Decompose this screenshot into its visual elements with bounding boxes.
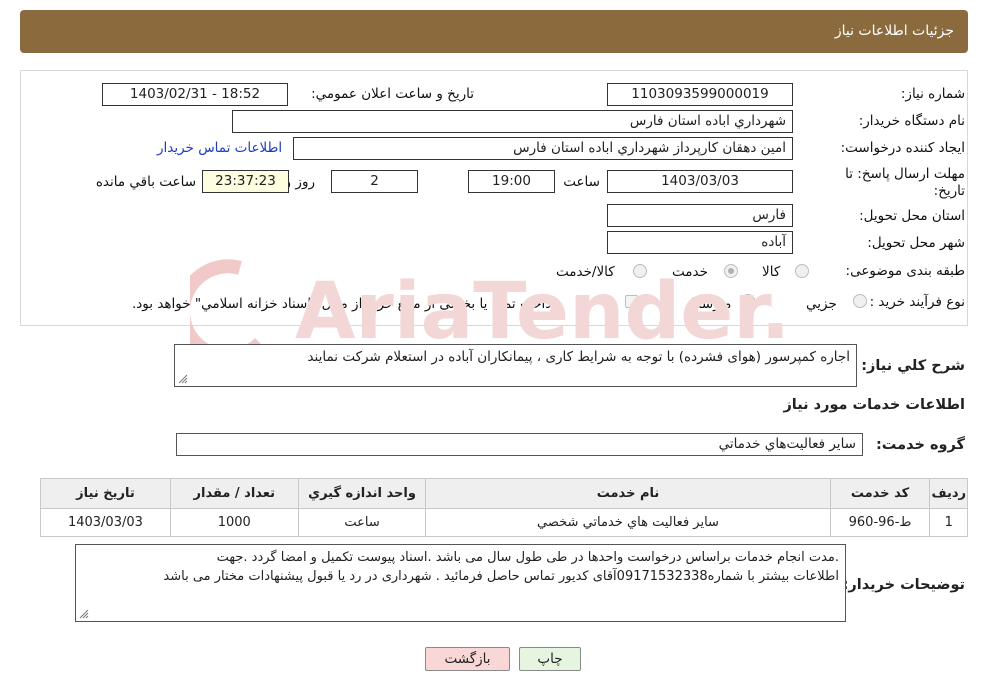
cell-unit: ساعت xyxy=(297,508,427,537)
remaining-time-label: ساعت باقي مانده xyxy=(95,174,196,190)
resize-grip-icon[interactable] xyxy=(178,374,188,384)
process-option-minor: جزيي xyxy=(806,296,837,312)
col-need-date: تاريخ نياز xyxy=(40,478,171,509)
print-button[interactable]: چاپ xyxy=(519,647,581,671)
summary-textarea[interactable]: اجاره کمپرسور (هوای فشرده) با توجه به شر… xyxy=(174,344,857,387)
city-field: آباده xyxy=(607,231,793,254)
process-radio-minor[interactable] xyxy=(853,294,867,308)
category-option-goods-service: کالا/خدمت xyxy=(556,264,615,280)
category-radio-service[interactable] xyxy=(724,264,738,278)
services-table: رديف کد خدمت نام خدمت واحد اندازه گيري ت… xyxy=(40,478,968,537)
announce-datetime-field: 1403/02/31 - 18:52 xyxy=(102,83,288,106)
need-number-label: شماره نیاز: xyxy=(900,86,965,102)
col-service-code: کد خدمت xyxy=(829,478,931,509)
deadline-date-field: 1403/03/03 xyxy=(607,170,793,193)
buyer-notes-line-2: اطلاعات بیشتر با شماره09171532338آقای کد… xyxy=(163,569,839,584)
province-field: فارس xyxy=(607,204,793,227)
summary-text: اجاره کمپرسور (هوای فشرده) با توجه به شر… xyxy=(307,349,850,365)
buyer-contact-link[interactable]: اطلاعات تماس خريدار xyxy=(157,140,282,156)
col-service-name: نام خدمت xyxy=(425,478,831,509)
deadline-label: مهلت ارسال پاسخ: تا xyxy=(845,166,965,182)
col-quantity: تعداد / مقدار xyxy=(169,478,299,509)
col-row-number: رديف xyxy=(929,478,968,509)
cell-quantity: 1000 xyxy=(169,508,299,537)
service-group-field: ساير فعاليت‌هاي خدماتي xyxy=(176,433,863,456)
services-section-title: اطلاعات خدمات مورد نياز xyxy=(783,397,965,413)
cell-row-number: 1 xyxy=(929,508,968,537)
cell-service-code: ط-96-960 xyxy=(829,508,931,537)
category-radio-goods-service[interactable] xyxy=(633,264,647,278)
table-row: 1 ط-96-960 ساير فعاليت هاي خدماتي شخصي س… xyxy=(40,508,968,537)
back-button[interactable]: بازگشت xyxy=(425,647,510,671)
process-option-medium: متوسط xyxy=(689,296,732,312)
city-label: شهر محل تحويل: xyxy=(867,235,965,251)
payment-note: پرداخت تمام يا بخشي از مبلغ خريد،از محل … xyxy=(132,296,563,312)
buyer-notes-line-1: .مدت انجام خدمات براساس درخواست واحدها د… xyxy=(216,550,839,565)
treasury-checkbox[interactable] xyxy=(625,295,638,308)
category-radio-goods[interactable] xyxy=(795,264,809,278)
col-unit: واحد اندازه گيري xyxy=(297,478,427,509)
category-label: طبقه بندی موضوعی: xyxy=(845,263,965,279)
deadline-time-field: 19:00 xyxy=(468,170,555,193)
buyer-org-field: شهرداري اباده استان فارس xyxy=(232,110,793,133)
need-info-panel xyxy=(20,70,968,326)
buyer-org-label: نام دستگاه خريدار: xyxy=(858,113,965,129)
province-label: استان محل تحويل: xyxy=(859,208,965,224)
cell-service-name: ساير فعاليت هاي خدماتي شخصي xyxy=(425,508,831,537)
category-option-goods: کالا xyxy=(762,264,781,280)
remaining-time-field: 23:37:23 xyxy=(202,170,289,193)
resize-grip-icon[interactable] xyxy=(79,609,89,619)
days-remaining-field: 2 xyxy=(331,170,418,193)
announce-label: تاریخ و ساعت اعلان عمومي: xyxy=(311,86,474,102)
page-header: جزئیات اطلاعات نیاز xyxy=(20,10,968,53)
days-label: روز و xyxy=(284,174,315,190)
need-number-field: 1103093599000019 xyxy=(607,83,793,106)
buyer-notes-label: توضيحات خريدار: xyxy=(842,577,965,593)
process-label: نوع فرآيند خريد : xyxy=(869,294,965,310)
summary-label: شرح كلي نياز: xyxy=(861,358,965,374)
cell-need-date: 1403/03/03 xyxy=(40,508,171,537)
creator-label: ايجاد کننده درخواست: xyxy=(840,140,965,156)
table-header-row: رديف کد خدمت نام خدمت واحد اندازه گيري ت… xyxy=(40,478,968,509)
process-radio-medium[interactable] xyxy=(741,294,755,308)
page-title: جزئیات اطلاعات نیاز xyxy=(834,23,954,39)
deadline-label-date: تاريخ: xyxy=(933,183,965,199)
creator-field: امين دهقان کارپرداز شهرداري اباده استان … xyxy=(293,137,793,160)
service-group-label: گروه خدمت: xyxy=(875,437,965,453)
buyer-notes-textarea[interactable]: .مدت انجام خدمات براساس درخواست واحدها د… xyxy=(75,544,846,622)
deadline-time-label: ساعت xyxy=(563,174,600,190)
category-option-service: خدمت xyxy=(672,264,708,280)
